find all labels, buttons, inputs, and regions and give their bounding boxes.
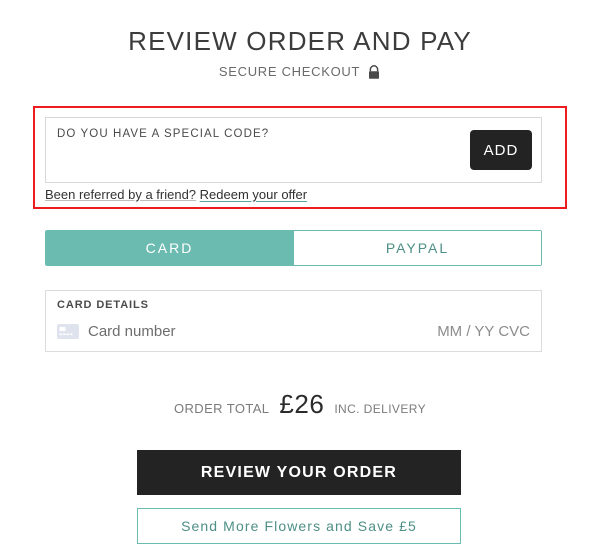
payment-method-tabs: CARD PAYPAL <box>45 230 542 266</box>
referral-row: Been referred by a friend? Redeem your o… <box>45 187 307 202</box>
checkout-page: REVIEW ORDER AND PAY SECURE CHECKOUT DO … <box>0 0 600 557</box>
tab-card[interactable]: CARD <box>46 231 293 265</box>
card-details-row: MM / YY CVC <box>57 319 530 343</box>
order-total-label: ORDER TOTAL <box>174 401 270 416</box>
page-title: REVIEW ORDER AND PAY <box>128 26 472 56</box>
tab-paypal[interactable]: PAYPAL <box>293 231 541 265</box>
lock-icon <box>367 65 381 80</box>
card-details-label: CARD DETAILS <box>57 299 149 311</box>
order-total-row: ORDER TOTAL £26 INC. DELIVERY <box>0 389 600 420</box>
add-promo-code-button[interactable]: ADD <box>470 130 532 170</box>
order-total-amount: £26 <box>279 389 325 419</box>
promo-code-input[interactable] <box>57 146 457 178</box>
credit-card-icon <box>57 323 79 339</box>
secure-checkout-banner: SECURE CHECKOUT <box>0 64 600 79</box>
order-total-note: INC. DELIVERY <box>334 402 426 416</box>
card-number-input[interactable] <box>88 322 428 340</box>
card-expiry-cvc-placeholder[interactable]: MM / YY CVC <box>427 323 530 340</box>
redeem-offer-link[interactable]: Redeem your offer <box>200 187 307 202</box>
send-more-flowers-button[interactable]: Send More Flowers and Save £5 <box>137 508 461 544</box>
promo-code-label: DO YOU HAVE A SPECIAL CODE? <box>57 128 270 140</box>
referral-text: Been referred by a friend? <box>45 187 197 202</box>
secure-checkout-label: SECURE CHECKOUT <box>218 64 361 79</box>
review-your-order-button[interactable]: REVIEW YOUR ORDER <box>137 450 461 495</box>
